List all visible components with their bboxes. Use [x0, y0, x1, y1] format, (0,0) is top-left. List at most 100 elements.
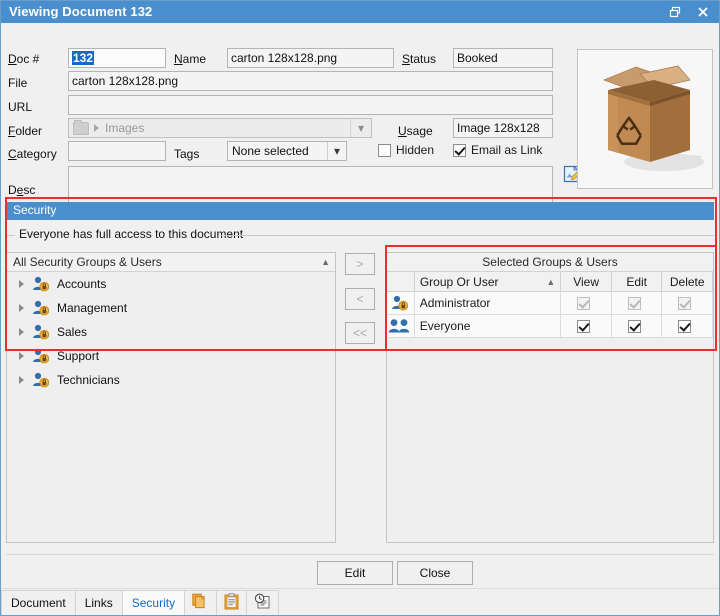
chevron-right-icon[interactable] — [19, 304, 24, 312]
usage-input[interactable]: Image 128x128 — [453, 118, 553, 138]
name-label: Name — [174, 52, 206, 66]
status-input[interactable]: Booked — [453, 48, 553, 68]
chevron-right-icon[interactable] — [19, 280, 24, 288]
list-item[interactable]: Support — [7, 344, 335, 368]
remove-all-button[interactable]: << — [345, 322, 375, 344]
column-header-view[interactable]: View — [561, 272, 612, 291]
hidden-checkbox[interactable] — [378, 144, 391, 157]
table-cell-edit — [612, 292, 663, 314]
table-cell-delete[interactable] — [662, 315, 713, 337]
list-item[interactable]: Accounts — [7, 272, 335, 296]
chevron-right-icon[interactable] — [19, 352, 24, 360]
email-as-link-label: Email as Link — [471, 143, 542, 157]
table-cell-delete — [662, 292, 713, 314]
close-icon[interactable] — [689, 2, 717, 22]
document-form: Doc # 132 Name carton 128x128.png Status… — [1, 23, 719, 193]
folder-combo[interactable]: Images ▾ — [68, 118, 372, 138]
tags-value: None selected — [232, 144, 327, 158]
group-lock-icon — [32, 324, 50, 340]
chevron-right-icon — [94, 124, 99, 132]
doc-number-label: Doc # — [8, 52, 39, 66]
table-cell-group-or-user: Everyone — [415, 315, 562, 337]
email-as-link-checkbox-row[interactable]: Email as Link — [453, 143, 542, 157]
tags-combo[interactable]: None selected ▾ — [227, 141, 347, 161]
list-item-label: Technicians — [57, 373, 120, 387]
user-lock-icon — [387, 292, 415, 314]
status-label: Status — [402, 52, 436, 66]
tab-security[interactable]: Security — [122, 590, 185, 615]
selected-grid-title: Selected Groups & Users — [387, 253, 713, 272]
usage-label: Usage — [398, 124, 433, 138]
url-label: URL — [8, 100, 32, 114]
sort-ascending-icon: ▲ — [546, 277, 555, 287]
desc-label: Desc — [8, 183, 35, 197]
tab-links[interactable]: Links — [75, 590, 123, 615]
tab-bar: Document Links Security — [1, 588, 719, 615]
list-item[interactable]: Technicians — [7, 368, 335, 392]
list-item-label: Management — [57, 301, 127, 315]
sort-ascending-icon[interactable]: ▲ — [321, 257, 330, 267]
column-header-delete[interactable]: Delete — [662, 272, 713, 291]
name-input[interactable]: carton 128x128.png — [227, 48, 394, 68]
table-cell-view — [561, 292, 612, 314]
table-row[interactable]: Administrator — [387, 292, 713, 315]
chevron-down-icon[interactable]: ▾ — [350, 119, 371, 137]
hidden-checkbox-row[interactable]: Hidden — [378, 143, 434, 157]
name-value: carton 128x128.png — [231, 51, 337, 65]
category-input[interactable] — [68, 141, 166, 161]
table-cell-view[interactable] — [561, 315, 612, 337]
list-item[interactable]: Management — [7, 296, 335, 320]
carton-image — [578, 50, 712, 188]
column-header-icon — [387, 272, 415, 291]
tab-document[interactable]: Document — [1, 590, 76, 615]
column-header-group-or-user-label: Group Or User — [420, 275, 499, 289]
list-item[interactable]: Sales — [7, 320, 335, 344]
status-value: Booked — [457, 51, 498, 65]
usage-value: Image 128x128 — [457, 121, 540, 135]
file-label: File — [8, 76, 27, 90]
list-item-label: Support — [57, 349, 99, 363]
security-section-header: Security — [6, 202, 714, 220]
groupbox-legend: Everyone has full access to this documen… — [15, 228, 247, 241]
file-input[interactable]: carton 128x128.png — [68, 71, 553, 91]
document-viewer-window: Viewing Document 132 Doc # 132 Name cart… — [0, 0, 720, 616]
edit-checkbox[interactable] — [628, 320, 641, 333]
group-lock-icon — [32, 348, 50, 364]
view-checkbox[interactable] — [577, 320, 590, 333]
history-clock-icon — [254, 593, 271, 613]
selected-grid-header: Group Or User ▲ View Edit Delete — [387, 272, 713, 292]
document-thumbnail[interactable] — [577, 49, 713, 189]
chevron-down-icon[interactable]: ▾ — [327, 142, 346, 160]
column-header-edit[interactable]: Edit — [612, 272, 663, 291]
edit-checkbox — [628, 297, 641, 310]
available-groups-panel[interactable]: All Security Groups & Users ▲ Accounts — [6, 252, 336, 543]
tab-copies[interactable] — [184, 590, 217, 615]
folder-value: Images — [105, 121, 144, 135]
restore-window-icon[interactable] — [661, 2, 689, 22]
url-input[interactable] — [68, 95, 553, 115]
selected-groups-panel[interactable]: Selected Groups & Users Group Or User ▲ … — [386, 252, 714, 543]
column-header-group-or-user[interactable]: Group Or User ▲ — [415, 272, 562, 291]
category-label: Category — [8, 147, 57, 161]
footer-divider — [6, 554, 714, 555]
table-row[interactable]: Everyone — [387, 315, 713, 338]
chevron-right-icon[interactable] — [19, 328, 24, 336]
folder-icon — [73, 122, 89, 135]
doc-number-input[interactable]: 132 — [68, 48, 166, 68]
add-selected-button[interactable]: > — [345, 253, 375, 275]
tab-notes[interactable] — [216, 590, 247, 615]
chevron-right-icon[interactable] — [19, 376, 24, 384]
window-title: Viewing Document 132 — [9, 1, 661, 23]
edit-button[interactable]: Edit — [317, 561, 393, 585]
list-item-label: Accounts — [57, 277, 106, 291]
delete-checkbox[interactable] — [678, 320, 691, 333]
email-as-link-checkbox[interactable] — [453, 144, 466, 157]
tags-label: Tags — [174, 147, 199, 161]
table-cell-edit[interactable] — [612, 315, 663, 337]
group-lock-icon — [32, 276, 50, 292]
available-list-header[interactable]: All Security Groups & Users ▲ — [7, 253, 335, 272]
tab-history[interactable] — [246, 590, 279, 615]
group-people-icon — [387, 315, 415, 337]
remove-selected-button[interactable]: < — [345, 288, 375, 310]
close-button[interactable]: Close — [397, 561, 473, 585]
